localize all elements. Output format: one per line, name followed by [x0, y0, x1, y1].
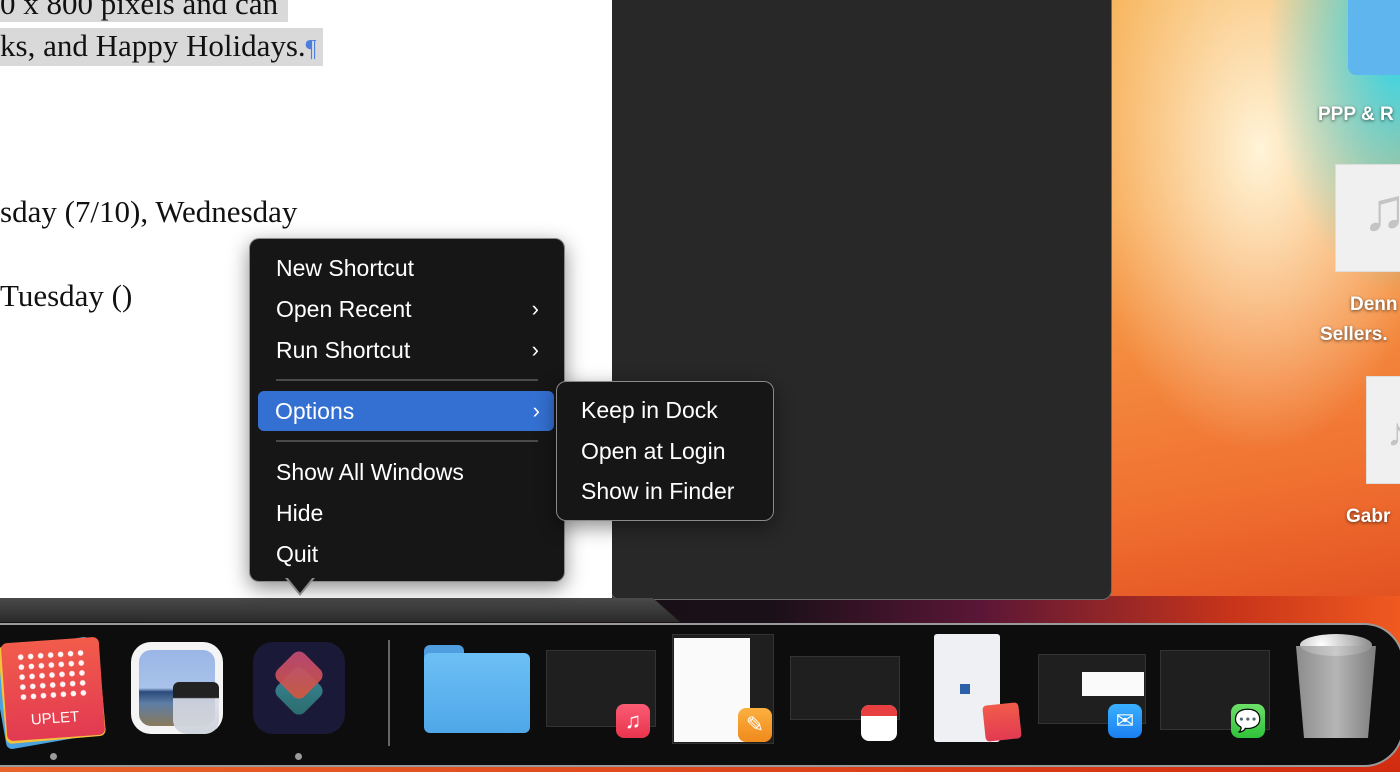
- menu-item-hide[interactable]: Hide: [259, 494, 553, 532]
- window-shadow: [0, 598, 680, 622]
- add-icon: [960, 684, 970, 694]
- music-note-icon: ♫: [1362, 176, 1400, 243]
- menu-item-label: Quit: [276, 541, 319, 567]
- messages-icon: 💬: [1231, 704, 1265, 738]
- desktop-icon-label[interactable]: Sellers.: [1320, 324, 1388, 346]
- menu-item-label: Hide: [276, 500, 324, 526]
- uplet-icon: [982, 702, 1022, 742]
- menu-item-label: Run Shortcut: [276, 337, 411, 363]
- document-text-line[interactable]: sday (7/10), Wednesday: [0, 194, 297, 230]
- dock-trash[interactable]: [1296, 634, 1378, 740]
- trash-icon: [1296, 646, 1376, 738]
- audio-file-icon[interactable]: ♪: [1366, 376, 1400, 484]
- options-submenu: Keep in Dock Open at Login Show in Finde…: [556, 381, 774, 521]
- music-icon: ♫: [616, 704, 650, 738]
- document-text: ks, and Happy Holidays.: [0, 28, 306, 63]
- dock-app-uplet[interactable]: UPLET: [0, 636, 110, 750]
- menu-separator: [276, 440, 538, 442]
- calendar-month: [861, 705, 897, 716]
- document-text-line[interactable]: Tuesday (): [0, 278, 132, 314]
- menu-item-label: Open Recent: [276, 296, 412, 322]
- running-indicator: [295, 753, 302, 760]
- chevron-right-icon: ›: [531, 296, 539, 321]
- loupe-jar-icon: [173, 682, 219, 734]
- dock-window-music[interactable]: ♫: [546, 650, 656, 740]
- dock-app-shortcuts[interactable]: [253, 642, 345, 734]
- menu-pointer-fill: [287, 577, 313, 593]
- dock-folder[interactable]: [424, 645, 530, 733]
- dock-window-messages[interactable]: 💬: [1160, 650, 1270, 742]
- dot-grid: [15, 647, 89, 705]
- dock-divider[interactable]: [388, 640, 390, 746]
- desktop-icon-label[interactable]: Gabr: [1346, 506, 1390, 528]
- menu-separator: [276, 379, 538, 381]
- dock-window-uplet[interactable]: [934, 634, 1024, 744]
- chevron-right-icon: ›: [532, 398, 540, 423]
- desktop-icon-label[interactable]: Denn: [1350, 294, 1398, 316]
- menu-item-label: Options: [275, 398, 355, 424]
- desktop-icon-label[interactable]: PPP & R: [1318, 104, 1394, 126]
- uplet-label: UPLET: [30, 708, 80, 729]
- submenu-item-open-at-login[interactable]: Open at Login: [581, 432, 726, 470]
- menu-item-label: New Shortcut: [276, 255, 415, 281]
- chevron-right-icon: ›: [531, 337, 539, 362]
- mail-icon: ✉: [1108, 704, 1142, 738]
- menu-item-new-shortcut[interactable]: New Shortcut: [259, 249, 553, 287]
- dock-window-calendar[interactable]: [790, 656, 900, 742]
- menu-item-label: Show All Windows: [276, 459, 464, 485]
- running-indicator: [50, 753, 57, 760]
- document-text-line[interactable]: ks, and Happy Holidays.¶: [0, 28, 323, 66]
- menu-item-run-shortcut[interactable]: Run Shortcut ›: [259, 331, 553, 369]
- dock-context-menu: New Shortcut Open Recent › Run Shortcut › …: [249, 238, 565, 582]
- uplet-icon: UPLET: [0, 636, 106, 742]
- desktop-folder-icon[interactable]: [1348, 0, 1400, 75]
- music-note-icon: ♪: [1387, 411, 1400, 455]
- menu-item-options[interactable]: Options ›: [258, 391, 554, 431]
- dock-app-preview[interactable]: [131, 642, 223, 734]
- dock-window-mail[interactable]: ✉: [1038, 654, 1148, 742]
- mail-message-preview: [1082, 672, 1144, 696]
- calendar-icon: [861, 705, 897, 741]
- menu-item-quit[interactable]: Quit: [259, 535, 553, 573]
- document-text-line[interactable]: 0 x 800 pixels and can: [0, 0, 289, 22]
- folder-icon: [424, 653, 530, 733]
- dock-window-pages[interactable]: ✎: [672, 634, 774, 744]
- submenu-item-show-in-finder[interactable]: Show in Finder: [581, 472, 734, 510]
- menu-item-show-all-windows[interactable]: Show All Windows: [259, 453, 553, 491]
- menu-item-open-recent[interactable]: Open Recent ›: [259, 290, 553, 328]
- audio-file-icon[interactable]: ♫: [1335, 164, 1400, 272]
- submenu-item-keep-in-dock[interactable]: Keep in Dock: [581, 391, 718, 429]
- pages-icon: ✎: [738, 708, 772, 742]
- pilcrow-mark: ¶: [305, 36, 317, 62]
